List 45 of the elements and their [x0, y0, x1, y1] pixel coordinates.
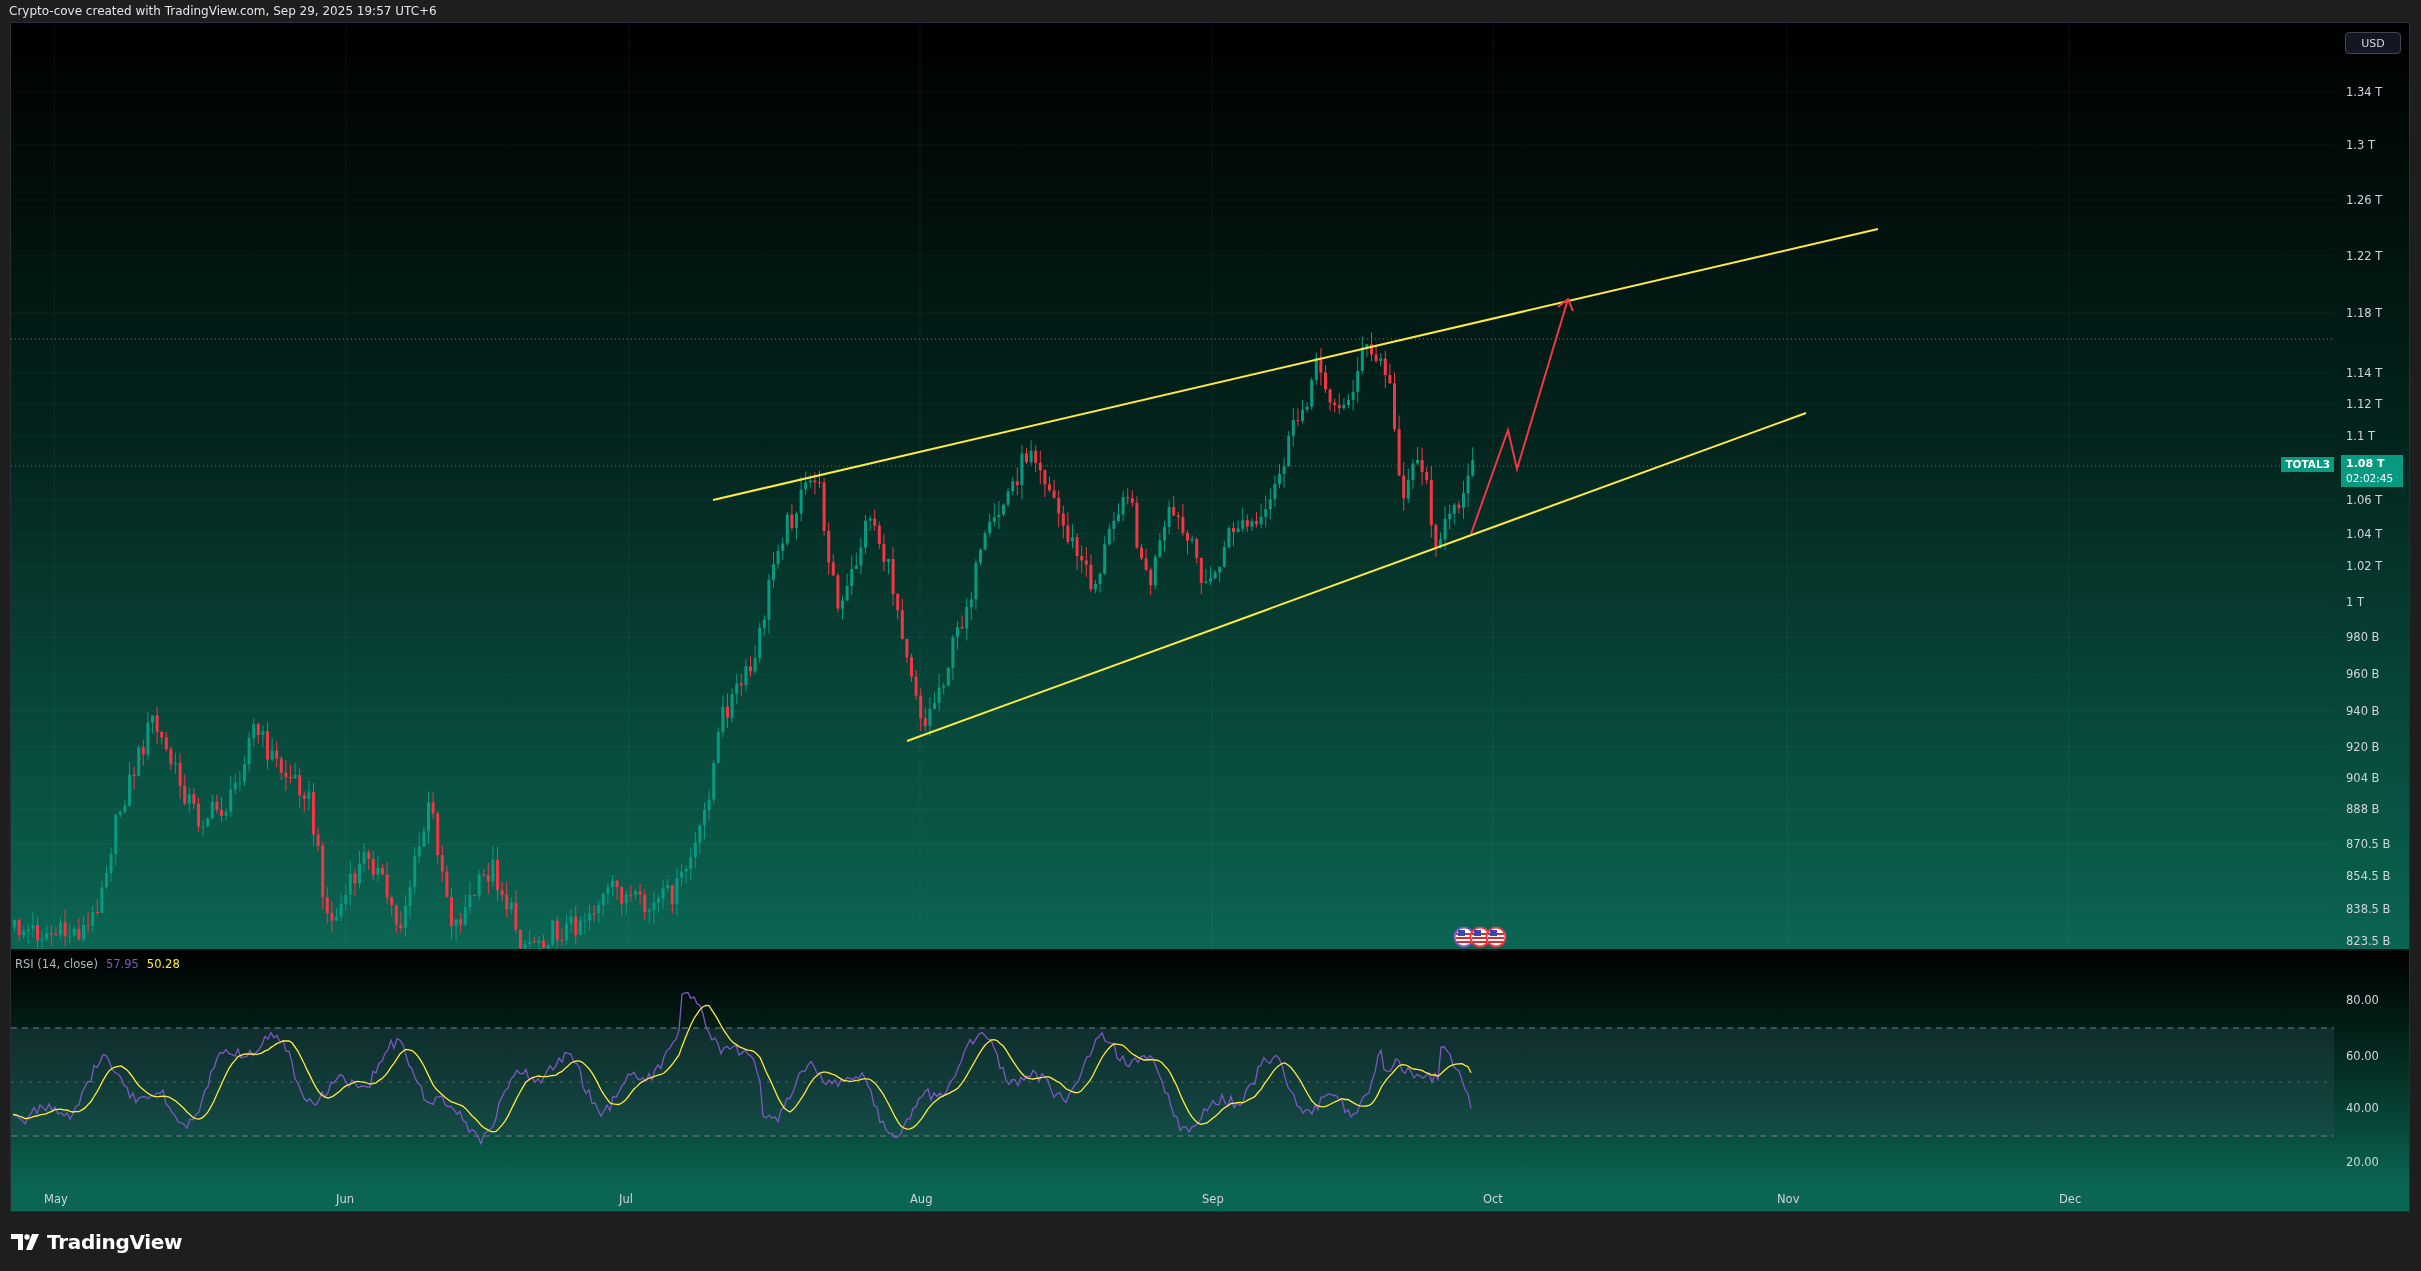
- price-label: 920 B: [2346, 740, 2380, 754]
- price-label: 854.5 B: [2346, 869, 2391, 883]
- rsi-average-value: 50.28: [146, 957, 180, 971]
- logo-icon: [11, 1233, 41, 1250]
- month-label: Jun: [336, 1192, 354, 1206]
- bar-countdown: 02:02:45: [2346, 471, 2395, 485]
- price-label: 838.5 B: [2346, 902, 2391, 916]
- month-label: Sep: [1202, 1192, 1224, 1206]
- price-label: 1.1 T: [2346, 429, 2375, 443]
- symbol-tag: TOTAL3: [2281, 457, 2334, 472]
- chart-caption: Crypto-cove created with TradingView.com, Sep 29, 2025 19:57 UTC+6: [9, 4, 437, 18]
- price-label: 1.3 T: [2346, 138, 2375, 152]
- price-label: 1.18 T: [2346, 306, 2383, 320]
- price-label: 1.26 T: [2346, 193, 2383, 207]
- price-label: 1 T: [2346, 595, 2364, 609]
- price-label: 1.12 T: [2346, 397, 2383, 411]
- price-label: 1.02 T: [2346, 559, 2383, 573]
- price-label: 1.14 T: [2346, 366, 2383, 380]
- month-label: Dec: [2059, 1192, 2082, 1206]
- rsi-scale-label: 80.00: [2346, 993, 2379, 1007]
- price-label: 940 B: [2346, 704, 2380, 718]
- rsi-scale-label: 40.00: [2346, 1101, 2379, 1115]
- price-label: 1.34 T: [2346, 85, 2383, 99]
- month-label: Oct: [1483, 1192, 1503, 1206]
- logo-text: TradingView: [47, 1229, 183, 1254]
- currency-button[interactable]: USD: [2345, 32, 2401, 54]
- price-label: 870.5 B: [2346, 837, 2391, 851]
- rsi-value: 57.95: [105, 957, 139, 971]
- price-label: 980 B: [2346, 630, 2380, 644]
- month-label: Nov: [1777, 1192, 1800, 1206]
- last-price: 1.08 T: [2346, 456, 2386, 471]
- price-label: 1.22 T: [2346, 249, 2383, 263]
- month-label: Jul: [619, 1192, 633, 1206]
- month-label: May: [44, 1192, 68, 1206]
- rsi-scale-label: 60.00: [2346, 1049, 2379, 1063]
- price-label: 823.5 B: [2346, 934, 2391, 948]
- month-label: Aug: [910, 1192, 933, 1206]
- indicator-title: RSI (14, close): [15, 957, 98, 971]
- flag-event-icon[interactable]: [1485, 926, 1507, 948]
- rsi-scale-label: 20.00: [2346, 1155, 2379, 1169]
- price-label: 1.06 T: [2346, 493, 2383, 507]
- price-label: 888 B: [2346, 802, 2380, 816]
- price-label: 1.04 T: [2346, 527, 2383, 541]
- price-label: 960 B: [2346, 667, 2380, 681]
- price-label: 904 B: [2346, 771, 2380, 785]
